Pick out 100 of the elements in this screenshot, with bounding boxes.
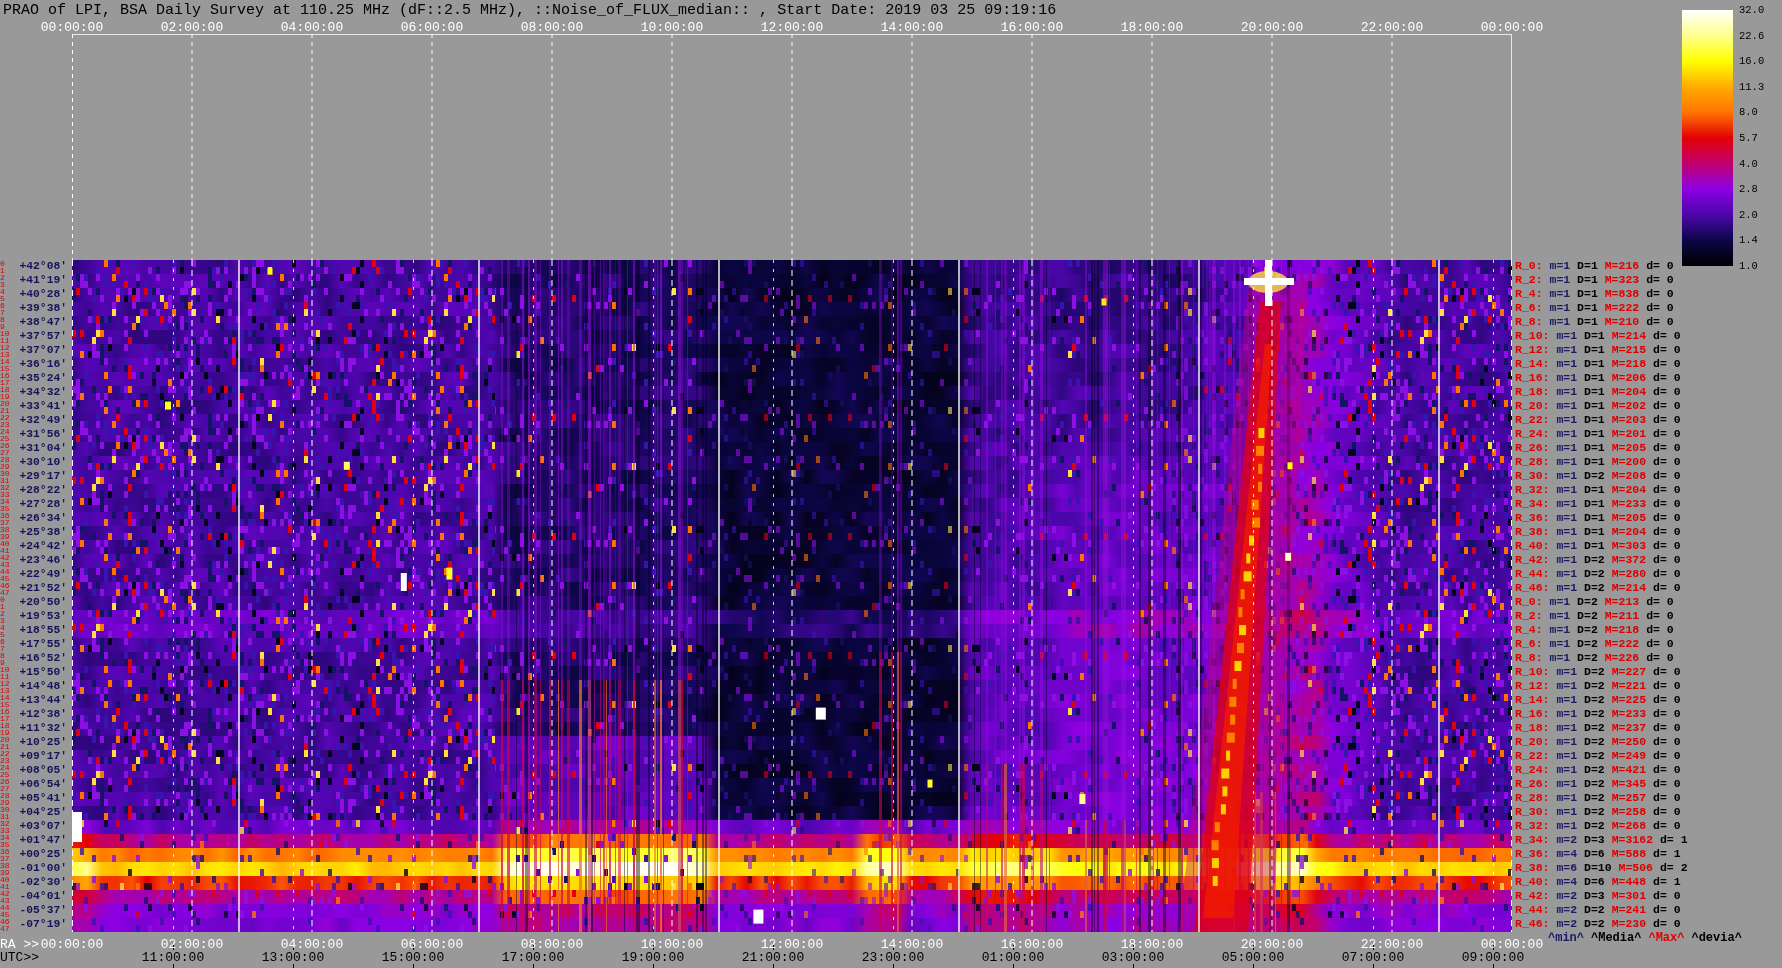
utc-tick-label: 21:00:00: [741, 949, 805, 965]
deviation-value: d= 0: [1646, 624, 1674, 636]
min-value: m=1: [1556, 428, 1578, 440]
declination-label: +31°04': [19, 442, 68, 454]
row-number: 35: [0, 841, 10, 848]
min-value: m=4: [1556, 876, 1578, 888]
row-number: 15: [0, 365, 10, 372]
median-value: D=2: [1584, 708, 1605, 720]
median-value: D=1: [1584, 498, 1605, 510]
row-number: 28: [0, 792, 10, 799]
row-number: 39: [0, 869, 10, 876]
median-value: D=2: [1577, 624, 1598, 636]
beam-label: R_8:: [1515, 652, 1543, 664]
row-number: 13: [0, 351, 10, 358]
deviation-value: d= 0: [1653, 456, 1681, 468]
min-value: m=1: [1556, 764, 1578, 776]
max-value: M=204: [1611, 484, 1647, 496]
max-value: M=225: [1611, 694, 1647, 706]
row-number: 44: [0, 568, 10, 575]
declination-label: -04°01': [19, 890, 68, 902]
median-value: D=2: [1584, 680, 1605, 692]
max-value: M=203: [1611, 414, 1647, 426]
deviation-legend-label: ^devia^: [1691, 932, 1742, 944]
median-value: D=1: [1584, 414, 1605, 426]
row-number: 25: [0, 771, 10, 778]
declination-label: +34°32': [19, 386, 68, 398]
max-value: M=210: [1604, 316, 1640, 328]
median-value: D=1: [1584, 512, 1605, 524]
declination-label: +18°55': [19, 624, 68, 636]
row-number: 43: [0, 561, 10, 568]
row-number: 14: [0, 358, 10, 365]
min-value: m=1: [1556, 400, 1578, 412]
min-value: m=1: [1556, 470, 1578, 482]
row-number: 30: [0, 470, 10, 477]
beam-label: R_44:: [1515, 904, 1550, 916]
min-value: m=1: [1549, 624, 1571, 636]
ra-tick-label: 12:00:00: [760, 936, 824, 952]
ra-tick-label: 14:00:00: [880, 936, 944, 952]
beam-label: R_34:: [1515, 498, 1550, 510]
beam-label: R_22:: [1515, 414, 1550, 426]
declination-label: +15°50': [19, 666, 68, 678]
deviation-value: d= 0: [1653, 344, 1681, 356]
row-number: 35: [0, 505, 10, 512]
median-value: D=1: [1584, 442, 1605, 454]
ra-tick-label: 00:00:00: [40, 936, 104, 952]
ra-tick-label: 14:00:00: [880, 19, 944, 35]
min-value: m=1: [1556, 456, 1578, 468]
median-value: D=2: [1584, 554, 1605, 566]
row-number: 17: [0, 715, 10, 722]
ra-tick-label: 00:00:00: [40, 19, 104, 35]
min-value: m=1: [1556, 568, 1578, 580]
row-number: 46: [0, 918, 10, 925]
deviation-value: d= 0: [1653, 372, 1681, 384]
beam-label: R_4:: [1515, 624, 1543, 636]
deviation-value: d= 0: [1653, 568, 1681, 580]
declination-label: +29°17': [19, 470, 68, 482]
median-value: D=1: [1584, 484, 1605, 496]
deviation-value: d= 0: [1653, 666, 1681, 678]
ra-tick-label: 20:00:00: [1240, 936, 1304, 952]
beam-label: R_10:: [1515, 330, 1550, 342]
beam-label: R_6:: [1515, 638, 1543, 650]
declination-label: -07°19': [19, 918, 68, 930]
max-value: M=345: [1611, 778, 1647, 790]
min-value: m=1: [1556, 806, 1578, 818]
ra-tick-label: 16:00:00: [1000, 936, 1064, 952]
deviation-value: d= 0: [1653, 904, 1681, 916]
median-value: D=1: [1584, 428, 1605, 440]
median-value: D=1: [1584, 526, 1605, 538]
row-number: 4: [0, 288, 5, 295]
beam-label: R_34:: [1515, 834, 1550, 846]
row-number: 5: [0, 295, 5, 302]
max-value: M=215: [1611, 344, 1647, 356]
utc-tick-label: 23:00:00: [861, 949, 925, 965]
max-value: M=280: [1611, 568, 1647, 580]
row-number: 8: [0, 316, 5, 323]
min-value: m=2: [1556, 904, 1578, 916]
max-value: M=372: [1611, 554, 1647, 566]
max-value: M=421: [1611, 764, 1647, 776]
row-number: 12: [0, 680, 10, 687]
declination-label: +21°52': [19, 582, 68, 594]
median-value: D=1: [1577, 316, 1598, 328]
beam-label: R_38:: [1515, 862, 1550, 874]
row-number: 10: [0, 666, 10, 673]
declination-label: +10°25': [19, 736, 68, 748]
max-legend-label: ^Max^: [1648, 932, 1685, 944]
max-value: M=201: [1611, 428, 1647, 440]
row-number: 37: [0, 519, 10, 526]
declination-label: +37°07': [19, 344, 68, 356]
min-legend-label: ^min^: [1548, 932, 1584, 944]
ra-tick-label: 02:00:00: [160, 19, 224, 35]
min-value: m=1: [1556, 414, 1578, 426]
row-number: 7: [0, 645, 5, 652]
max-value: M=204: [1611, 526, 1647, 538]
max-value: M=257: [1611, 792, 1647, 804]
beam-label: R_4:: [1515, 288, 1543, 300]
deviation-value: d= 0: [1646, 274, 1674, 286]
utc-tick-label: 09:00:00: [1461, 949, 1525, 965]
beam-label: R_20:: [1515, 736, 1550, 748]
median-value: D=2: [1584, 582, 1605, 594]
ra-tick-label: 04:00:00: [280, 936, 344, 952]
